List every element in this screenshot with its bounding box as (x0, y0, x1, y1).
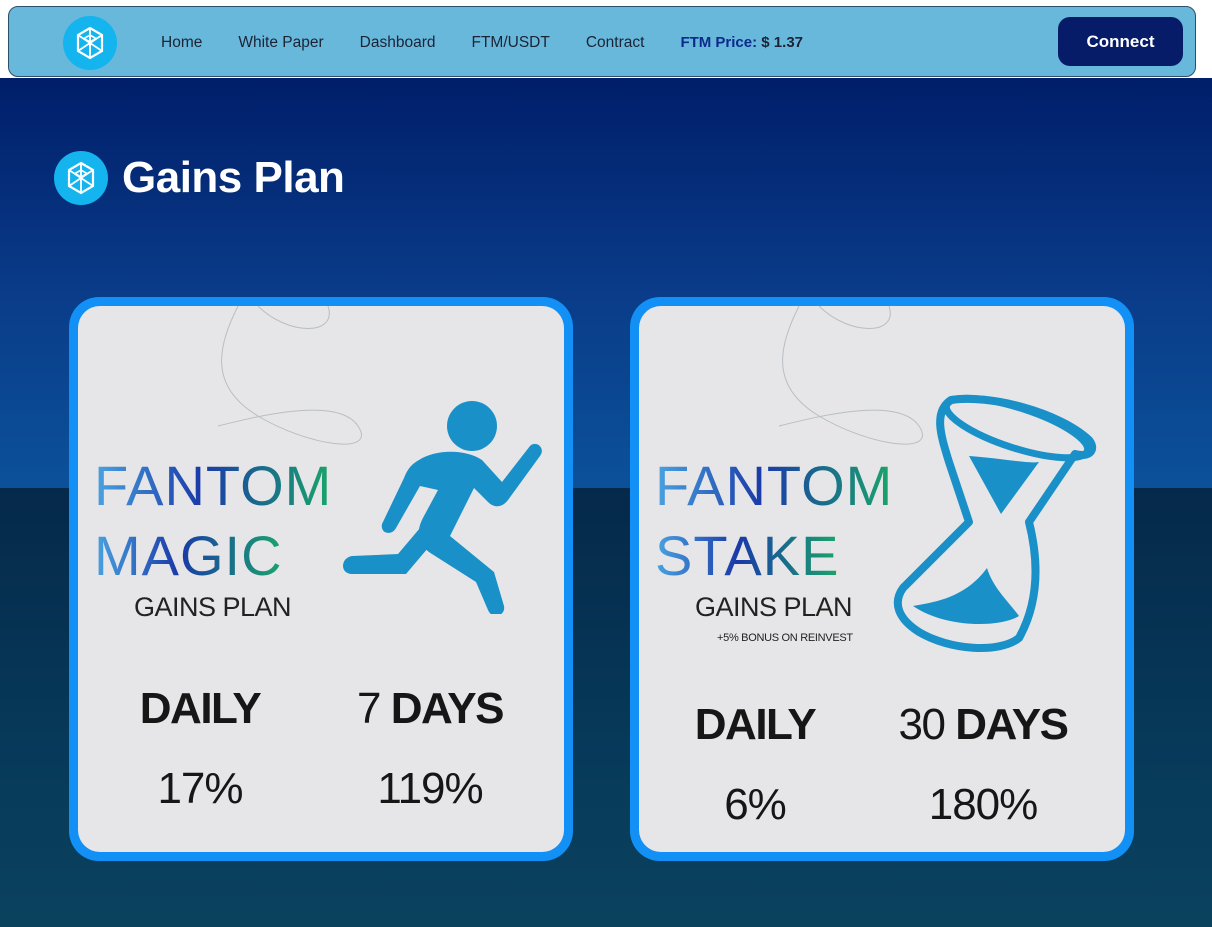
plan-card-magic[interactable]: FANTOM MAGIC GAINS PLAN DAILY 7 DAYS 17%… (69, 297, 573, 861)
stat-total-value: 180% (928, 780, 1039, 829)
plan-name-line1: FANTOM (655, 454, 894, 517)
connect-button[interactable]: Connect (1058, 17, 1183, 66)
stat-daily-text: DAILY (694, 700, 817, 749)
stat-days-number: 7 (357, 684, 381, 733)
stat-daily-label: DAILY (645, 700, 865, 750)
ftm-price-label: FTM Price: (680, 34, 758, 51)
page-heading: Gains Plan (54, 150, 345, 206)
stat-daily-value: 6% (724, 780, 787, 829)
ftm-price: FTM Price: $ 1.37 (680, 34, 803, 51)
plan-subtitle: GAINS PLAN (134, 592, 292, 622)
stat-daily-value: 17% (157, 764, 243, 813)
nav-link-ftm-usdt[interactable]: FTM/USDT (471, 34, 549, 52)
nav-link-home[interactable]: Home (161, 34, 202, 52)
page-title: Gains Plan (122, 153, 345, 202)
stat-days-word: DAYS (390, 684, 505, 733)
hourglass-icon (893, 394, 1097, 652)
nav-link-white-paper[interactable]: White Paper (238, 34, 323, 52)
stat-days-label: 7 DAYS (320, 684, 540, 734)
plan-card-body: FANTOM MAGIC GAINS PLAN DAILY 7 DAYS 17%… (78, 306, 564, 852)
stat-days-number: 30 (898, 700, 946, 749)
navbar: Home White Paper Dashboard FTM/USDT Cont… (8, 6, 1196, 77)
fantom-logo-icon (54, 151, 108, 205)
plan-name-line2: STAKE (655, 524, 840, 587)
plan-name-line1: FANTOM (94, 454, 333, 517)
plan-bonus: +5% BONUS ON REINVEST (717, 632, 853, 644)
fantom-logo-icon[interactable] (63, 16, 117, 70)
nav-link-contract[interactable]: Contract (586, 34, 645, 52)
stat-daily-label: DAILY (90, 684, 310, 734)
plan-card-stake[interactable]: FANTOM STAKE GAINS PLAN +5% BONUS ON REI… (630, 297, 1134, 861)
ftm-price-value: $ 1.37 (761, 34, 804, 51)
stat-days-word: DAYS (955, 700, 1069, 749)
running-man-icon (343, 401, 542, 614)
plan-subtitle: GAINS PLAN (695, 592, 853, 622)
stat-total-value: 119% (377, 764, 483, 813)
nav-link-dashboard[interactable]: Dashboard (360, 34, 436, 52)
plan-card-body: FANTOM STAKE GAINS PLAN +5% BONUS ON REI… (639, 306, 1125, 852)
nav-links: Home White Paper Dashboard FTM/USDT Cont… (161, 7, 803, 78)
stat-daily-text: DAILY (139, 684, 262, 733)
plan-name-line2: MAGIC (94, 524, 283, 587)
stat-days-label: 30 DAYS (873, 700, 1093, 750)
